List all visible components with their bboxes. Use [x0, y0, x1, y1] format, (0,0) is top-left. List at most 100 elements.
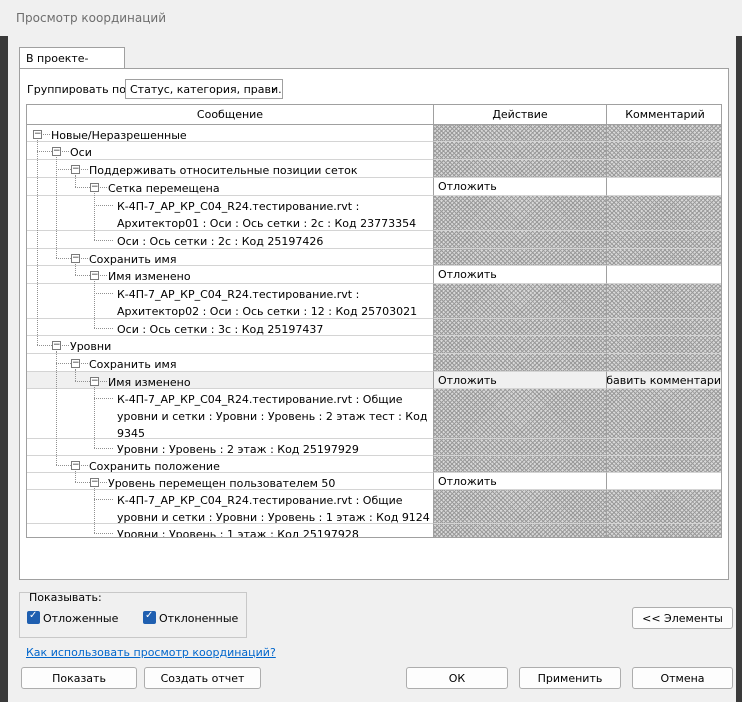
collapse-toggle-icon[interactable]: − — [90, 478, 99, 487]
background-window-edge-right — [736, 0, 742, 702]
table-row[interactable]: Поддерживать относительные позиции сеток… — [27, 160, 721, 178]
message-text: К-4П-7_АР_КР_С04_R24.тестирование.rvt : … — [117, 492, 430, 526]
tree-connector — [100, 381, 107, 382]
table-row[interactable]: К-4П-7_АР_КР_С04_R24.тестирование.rvt : А… — [27, 196, 721, 231]
message-line: Оси — [70, 146, 92, 159]
table-row[interactable]: Новые/Неразрешенные − — [27, 125, 721, 142]
message-line: Архитектор01 : Оси : Ось сетки : 2с : Ко… — [117, 217, 417, 230]
cell-action[interactable]: Отложить — [434, 372, 607, 389]
cell-message[interactable]: Поддерживать относительные позиции сеток… — [27, 160, 434, 178]
cell-message[interactable]: Оси − — [27, 142, 434, 160]
table-row[interactable]: Уровни − — [27, 336, 721, 354]
collapse-toggle-icon[interactable]: − — [71, 254, 80, 263]
tab-host-project[interactable]: В проекте-основе — [19, 47, 125, 78]
table-row[interactable]: Имя изменено − Отложить — [27, 266, 721, 284]
cell-action — [434, 389, 607, 439]
create-report-button[interactable]: Создать отчет — [144, 667, 261, 689]
tree-connector — [94, 533, 113, 534]
tree-connector — [81, 169, 88, 170]
cell-message[interactable]: Сохранить положение − — [27, 456, 434, 473]
collapse-toggle-icon[interactable]: − — [33, 130, 42, 139]
cancel-button[interactable]: Отмена — [632, 667, 733, 689]
header-action[interactable]: Действие — [434, 105, 607, 125]
message-line: Сетка перемещена — [108, 182, 220, 195]
message-line: К-4П-7_АР_КР_С04_R24.тестирование.rvt : … — [117, 393, 403, 406]
tree-connector — [100, 187, 107, 188]
tree-connector — [94, 499, 113, 500]
coordination-grid[interactable]: Сообщение Действие Комментарий Новые/Нер… — [26, 104, 722, 538]
collapse-toggle-icon[interactable]: − — [71, 359, 80, 368]
table-row[interactable]: Оси − — [27, 142, 721, 160]
table-row[interactable]: Уровень перемещен пользователем 50− Отлож… — [27, 473, 721, 490]
cell-message[interactable]: Уровни : Уровень : 1 этаж : Код 25197928 — [27, 524, 434, 537]
cell-comment — [607, 125, 721, 142]
postponed-checkbox[interactable] — [27, 610, 40, 624]
cell-comment[interactable] — [607, 473, 721, 490]
cell-comment[interactable] — [607, 266, 721, 284]
rejected-checkbox[interactable] — [143, 610, 156, 624]
table-row[interactable]: Сохранить положение − — [27, 456, 721, 473]
ok-button[interactable]: ОК — [406, 667, 508, 689]
message-line: Уровни — [70, 340, 112, 353]
elements-button[interactable]: << Элементы — [632, 607, 733, 629]
cell-message[interactable]: Уровни − — [27, 336, 434, 354]
cell-action[interactable]: Отложить — [434, 178, 607, 196]
tree-connector — [75, 482, 90, 483]
rejected-label[interactable]: Отклоненные — [159, 612, 238, 625]
show-button[interactable]: Показать — [21, 667, 137, 689]
table-row[interactable]: Сохранить имя − — [27, 249, 721, 266]
tree-guide-line — [75, 471, 76, 482]
table-row[interactable]: Оси : Ось сетки : 3с : Код 25197437 — [27, 319, 721, 336]
collapse-toggle-icon[interactable]: − — [52, 341, 61, 350]
message-text: Уровни : Уровень : 1 этаж : Код 25197928 — [117, 526, 359, 537]
cell-comment — [607, 456, 721, 473]
group-by-select[interactable]: Статус, категория, прави. ⌄ — [125, 79, 283, 99]
cell-message[interactable]: Уровни : Уровень : 2 этаж : Код 25197929 — [27, 439, 434, 456]
cell-message[interactable]: К-4П-7_АР_КР_С04_R24.тестирование.rvt : … — [27, 490, 434, 524]
collapse-toggle-icon[interactable]: − — [71, 165, 80, 174]
cell-message[interactable]: Оси : Ось сетки : 2с : Код 25197426 — [27, 231, 434, 249]
cell-action — [434, 439, 607, 456]
tree-connector — [94, 398, 113, 399]
cell-message[interactable]: Оси : Ось сетки : 3с : Код 25197437 — [27, 319, 434, 336]
cell-message[interactable]: Сохранить имя − — [27, 354, 434, 372]
header-message[interactable]: Сообщение — [27, 105, 434, 125]
table-row[interactable]: Оси : Ось сетки : 2с : Код 25197426 — [27, 231, 721, 249]
table-row[interactable]: К-4П-7_АР_КР_С04_R24.тестирование.rvt : … — [27, 490, 721, 524]
table-row[interactable]: Сетка перемещена − Отложить — [27, 178, 721, 196]
table-row[interactable]: К-4П-7_АР_КР_С04_R24.тестирование.rvt : … — [27, 389, 721, 440]
table-row[interactable]: Уровни : Уровень : 1 этаж : Код 25197928 — [27, 524, 721, 537]
tree-guide-line — [56, 351, 57, 465]
help-link[interactable]: Как использовать просмотр координаций? — [26, 646, 276, 659]
cell-message[interactable]: К-4П-7_АР_КР_С04_R24.тестирование.rvt : … — [27, 389, 434, 440]
cell-comment[interactable] — [607, 178, 721, 196]
collapse-toggle-icon[interactable]: − — [52, 147, 61, 156]
title-bar[interactable]: Просмотр координаций — [0, 0, 742, 36]
tree-connector — [81, 465, 88, 466]
tree-connector — [100, 275, 107, 276]
collapse-toggle-icon[interactable]: − — [71, 461, 80, 470]
cell-message[interactable]: К-4П-7_АР_КР_С04_R24.тестирование.rvt : А… — [27, 284, 434, 319]
tree-connector — [62, 151, 69, 152]
header-comment[interactable]: Комментарий — [607, 105, 721, 125]
cell-message[interactable]: Новые/Неразрешенные − — [27, 125, 434, 142]
cell-action — [434, 231, 607, 249]
collapse-toggle-icon[interactable]: − — [90, 183, 99, 192]
cell-comment[interactable]: обавить комментари — [607, 372, 721, 389]
table-row[interactable]: Сохранить имя − — [27, 354, 721, 372]
message-text: Уровни — [70, 338, 111, 355]
table-row[interactable]: Имя изменено − Отложить обавить комментари — [27, 372, 721, 389]
message-line: Поддерживать относительные позиции сеток — [89, 164, 358, 177]
table-row[interactable]: Уровни : Уровень : 2 этаж : Код 25197929 — [27, 439, 721, 456]
table-row[interactable]: К-4П-7_АР_КР_С04_R24.тестирование.rvt : А… — [27, 284, 721, 319]
cell-message[interactable]: К-4П-7_АР_КР_С04_R24.тестирование.rvt : А… — [27, 196, 434, 231]
collapse-toggle-icon[interactable]: − — [90, 271, 99, 280]
message-line: Оси : Ось сетки : 2с : Код 25197426 — [117, 235, 324, 248]
postponed-label[interactable]: Отложенные — [43, 612, 118, 625]
collapse-toggle-icon[interactable]: − — [90, 377, 99, 386]
cell-action[interactable]: Отложить — [434, 266, 607, 284]
cell-action[interactable]: Отложить — [434, 473, 607, 490]
apply-button[interactable]: Применить — [519, 667, 621, 689]
cell-message[interactable]: Сохранить имя − — [27, 249, 434, 266]
chevron-down-icon: ⌄ — [269, 82, 278, 93]
